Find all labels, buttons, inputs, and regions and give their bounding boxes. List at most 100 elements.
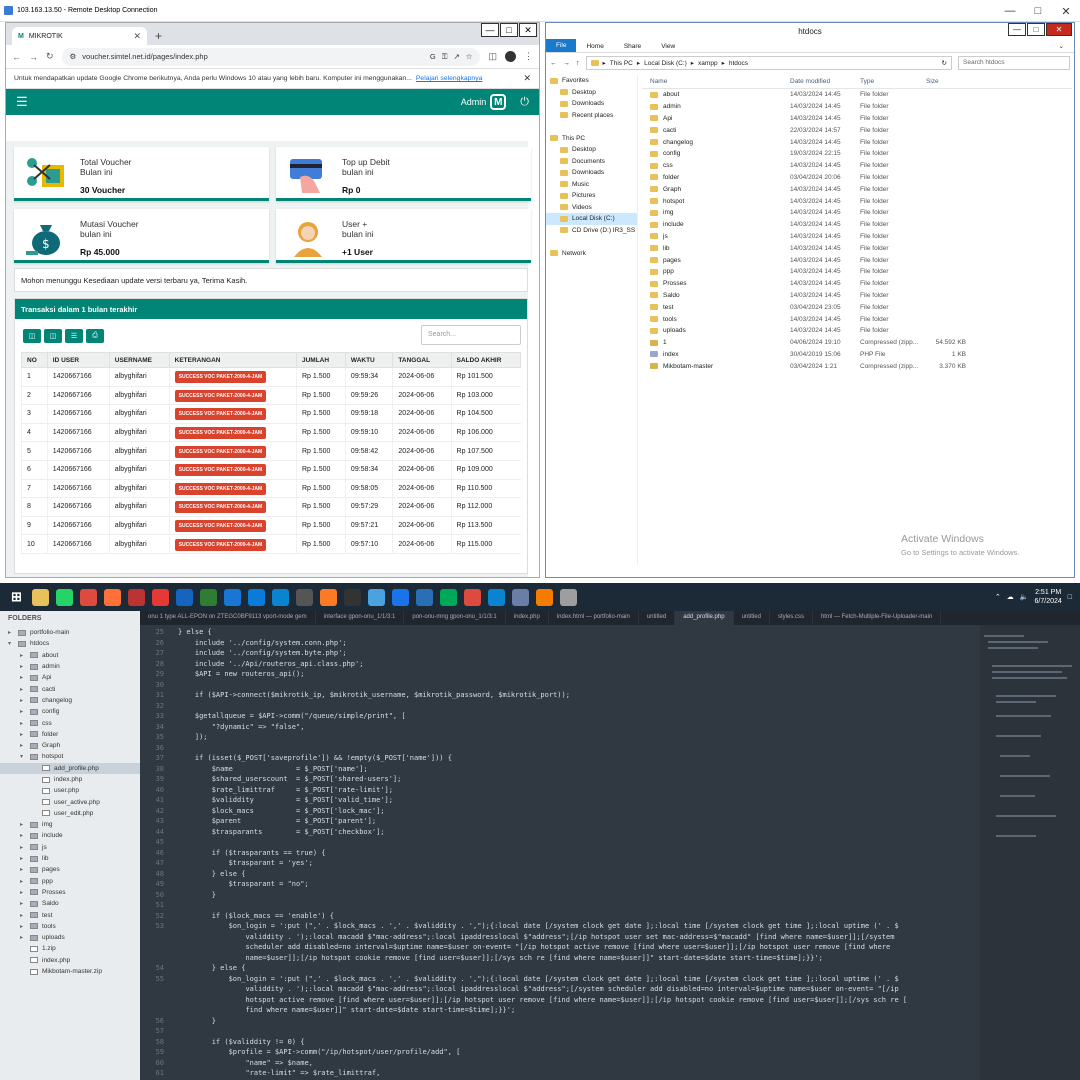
code-line[interactable]: include '../Api/routeros_api.class.php'; — [178, 659, 978, 670]
code-line[interactable]: $name = $_POST['name']; — [178, 764, 978, 775]
tree-folder[interactable]: ▸ ppp — [0, 876, 140, 887]
column-type[interactable]: Type — [860, 78, 926, 85]
nav-item[interactable]: Recent places — [546, 110, 637, 122]
up-icon[interactable]: ↑ — [576, 60, 580, 67]
edge-icon[interactable] — [488, 588, 505, 606]
file-row[interactable]: ppp 14/03/2024 14:45 File folder — [642, 266, 1072, 278]
file-row[interactable]: uploads 14/03/2024 14:45 File folder — [642, 325, 1072, 337]
tree-folder[interactable]: ▸ Api — [0, 672, 140, 683]
terminal-icon[interactable] — [344, 588, 361, 606]
tree-file[interactable]: index.php — [0, 955, 140, 966]
zte-icon[interactable] — [440, 588, 457, 606]
google-icon[interactable]: G — [430, 52, 436, 61]
code-line[interactable]: } else { — [178, 869, 978, 880]
file-row[interactable]: config 19/03/2024 22:15 File folder — [642, 148, 1072, 160]
file-row[interactable]: Prosses 14/03/2024 14:45 File folder — [642, 278, 1072, 290]
column-header[interactable]: KETERANGAN — [168, 352, 297, 368]
search-input[interactable]: Search htdocs — [958, 56, 1070, 70]
file-row[interactable]: Graph 14/03/2024 14:45 File folder — [642, 183, 1072, 195]
tree-folder[interactable]: ▸ lib — [0, 853, 140, 864]
code-line[interactable]: include '../config/system.conn.php'; — [178, 638, 978, 649]
xampp-icon[interactable] — [320, 588, 337, 606]
tree-file[interactable]: index.php — [0, 774, 140, 785]
code-line[interactable]: $on_login = ':put (",' . $lock_macs . ',… — [178, 974, 978, 1016]
new-tab-button[interactable]: + — [155, 29, 162, 43]
tree-folder[interactable]: ▸ config — [0, 706, 140, 717]
tree-folder[interactable]: ▸ portfolio-main — [0, 627, 140, 638]
nav-item[interactable]: Downloads — [546, 98, 637, 110]
tree-folder[interactable]: ▸ js — [0, 842, 140, 853]
side-panel-icon[interactable]: ◫ — [488, 51, 497, 62]
tree-folder[interactable]: ▸ about — [0, 650, 140, 661]
close-button[interactable]: ✕ — [519, 23, 537, 37]
column-header[interactable]: ID USER — [46, 352, 110, 368]
code-line[interactable]: $shared_userscount = $_POST['shared-user… — [178, 774, 978, 785]
column-header[interactable]: JUMLAH — [295, 352, 346, 368]
anydesk-icon[interactable] — [152, 588, 169, 606]
sublime-icon[interactable] — [536, 588, 553, 606]
file-row[interactable]: 1 04/06/2024 19:10 Compressed (zipp... 54.5… — [642, 337, 1072, 349]
firefox-icon[interactable] — [104, 588, 121, 606]
code-line[interactable]: "?dynamic" => "false", — [178, 722, 978, 733]
column-header[interactable]: TANGGAL — [392, 352, 452, 368]
editor-tab[interactable]: index.php — [506, 611, 549, 625]
code-line[interactable]: $lock_macs = $_POST['lock_mac']; — [178, 806, 978, 817]
code-line[interactable]: } — [178, 1016, 978, 1027]
power-icon[interactable]: ⏻ — [520, 96, 529, 109]
editor-tab[interactable]: onu 1 type ALL-EPON on ZTEGC0BF9113 vpor… — [140, 611, 316, 625]
file-row[interactable]: index 30/04/2019 15:06 PHP File 1 KB — [642, 349, 1072, 361]
file-row[interactable]: img 14/03/2024 14:45 File folder — [642, 207, 1072, 219]
column-header[interactable]: SALDO AKHIR — [450, 352, 522, 368]
close-tab-icon[interactable]: ✕ — [133, 31, 141, 42]
back-icon[interactable]: ← — [12, 52, 21, 62]
forward-icon[interactable]: → — [29, 52, 38, 62]
column-header[interactable]: WAKTU — [344, 352, 394, 368]
code-line[interactable]: $rate_limittraf = $_POST['rate-limit']; — [178, 785, 978, 796]
tree-folder[interactable]: ▸ Prosses — [0, 887, 140, 898]
ribbon-tab-file[interactable]: File — [546, 39, 577, 52]
site-info-icon[interactable]: ⚙ — [70, 52, 77, 61]
start-icon[interactable]: ⊞ — [8, 589, 25, 606]
chrome-icon[interactable] — [464, 588, 481, 606]
forward-icon[interactable]: → — [563, 60, 570, 67]
column-date[interactable]: Date modified — [790, 78, 860, 85]
file-row[interactable]: changelog 14/03/2024 14:45 File folder — [642, 136, 1072, 148]
learn-more-link[interactable]: Pelajari selengkapnya — [416, 75, 483, 82]
editor-tab[interactable]: untitled — [734, 611, 770, 625]
editor-tab[interactable]: pon-onu-mng gpon-onu_1/1/3:1 — [404, 611, 506, 625]
close-button[interactable]: ✕ — [1046, 23, 1072, 36]
minimize-button[interactable]: — — [1008, 23, 1026, 36]
close-infobar-icon[interactable]: ✕ — [523, 73, 531, 84]
editor-tab[interactable]: styles.css — [770, 611, 813, 625]
close-button[interactable]: ✕ — [1052, 0, 1080, 22]
tree-folder[interactable]: ▾ hotspot — [0, 751, 140, 762]
app-icon[interactable] — [416, 588, 433, 606]
app-icon[interactable] — [128, 588, 145, 606]
tree-folder[interactable]: ▸ cacti — [0, 683, 140, 694]
tree-folder[interactable]: ▸ pages — [0, 864, 140, 875]
code-line[interactable]: $API = new routeros_api(); — [178, 669, 978, 680]
chrome-icon[interactable] — [80, 588, 97, 606]
minimize-button[interactable]: — — [996, 0, 1024, 22]
settings-icon[interactable] — [560, 588, 577, 606]
app-icon[interactable] — [224, 588, 241, 606]
code-line[interactable]: } else { — [178, 963, 978, 974]
export-pdf-icon[interactable]: ◫ — [23, 329, 41, 343]
hamburger-menu-icon[interactable]: ☰ — [16, 94, 28, 110]
column-size[interactable]: Size — [926, 78, 966, 85]
code-line[interactable]: $on_login = ':put (",' . $lock_macs . ',… — [178, 921, 978, 963]
code-line[interactable]: if ($lock_macs == 'enable') { — [178, 911, 978, 922]
nav-item[interactable]: CD Drive (D:) IR3_SS — [546, 225, 637, 237]
code-line[interactable]: $trasparant = "no"; — [178, 879, 978, 890]
export-excel-icon[interactable]: ◫ — [44, 329, 62, 343]
breadcrumb-item[interactable]: xampp — [698, 60, 718, 67]
code-line[interactable]: if ($trasparants == true) { — [178, 848, 978, 859]
tree-folder[interactable]: ▾ htdocs — [0, 638, 140, 649]
code-line[interactable]: if ($validdity != 0) { — [178, 1037, 978, 1048]
edge-icon[interactable] — [272, 588, 289, 606]
source-code[interactable]: } else { include '../config/system.conn.… — [178, 627, 978, 1080]
editor-tab[interactable]: untitled — [639, 611, 676, 625]
app-icon[interactable] — [296, 588, 313, 606]
code-area[interactable]: 25 26 27 28 29 30 31 32 33 34 35 36 37 38 39 40 41 42 43 44… — [140, 625, 980, 1080]
whatsapp-icon[interactable] — [56, 588, 73, 606]
